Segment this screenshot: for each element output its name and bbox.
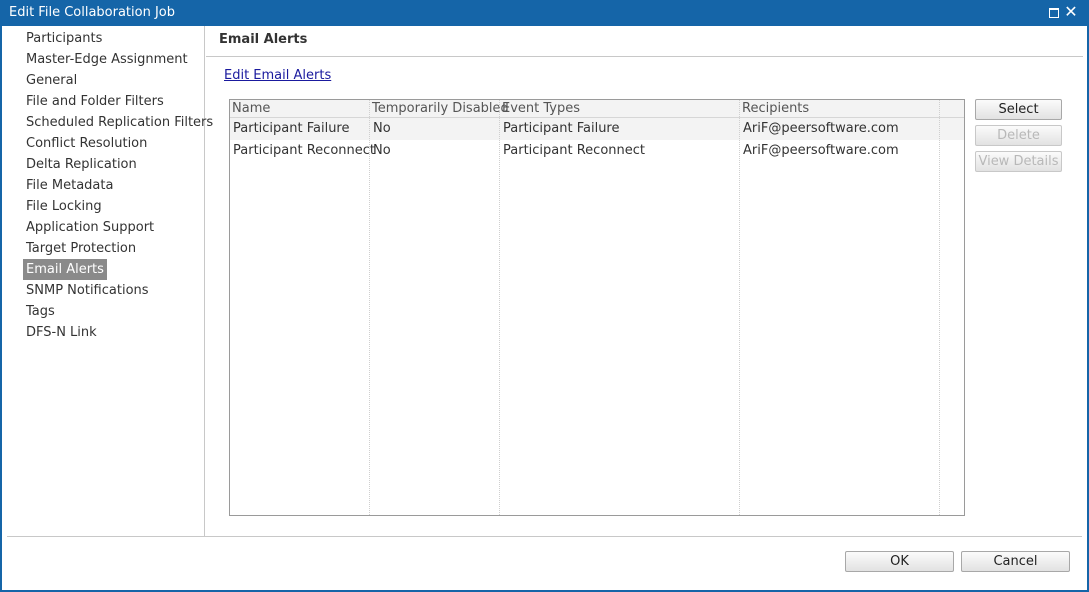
cell-recipients: AriF@peersoftware.com (743, 121, 899, 136)
cell-temporarily-disabled: No (373, 143, 391, 158)
nav-item-dfs-n-link[interactable]: DFS-N Link (23, 322, 100, 343)
table-row[interactable]: Participant Reconnect No Participant Rec… (230, 140, 964, 162)
nav-item-conflict-resolution[interactable]: Conflict Resolution (23, 133, 150, 154)
nav-item-file-and-folder-filters[interactable]: File and Folder Filters (23, 91, 167, 112)
page-title: Email Alerts (219, 32, 308, 47)
column-header-temporarily-disabled[interactable]: Temporarily Disabled (372, 101, 509, 116)
cell-name: Participant Failure (233, 121, 350, 136)
select-button[interactable]: Select (975, 99, 1062, 120)
settings-nav: Participants Master-Edge Assignment Gene… (0, 26, 213, 536)
nav-item-general[interactable]: General (23, 70, 80, 91)
nav-item-file-metadata[interactable]: File Metadata (23, 175, 116, 196)
table-row[interactable]: Participant Failure No Participant Failu… (230, 118, 964, 140)
column-divider (939, 100, 940, 515)
column-header-recipients[interactable]: Recipients (742, 101, 809, 116)
column-header-name[interactable]: Name (232, 101, 270, 116)
delete-button[interactable]: Delete (975, 125, 1062, 146)
nav-item-participants[interactable]: Participants (23, 28, 105, 49)
email-alerts-table: Name Temporarily Disabled Event Types Re… (229, 99, 965, 516)
cell-temporarily-disabled: No (373, 121, 391, 136)
close-icon[interactable]: ✕ (1063, 2, 1079, 22)
title-bar: Edit File Collaboration Job ✕ (0, 0, 1089, 26)
nav-item-email-alerts[interactable]: Email Alerts (23, 259, 107, 280)
nav-item-file-locking[interactable]: File Locking (23, 196, 105, 217)
cell-event-types: Participant Reconnect (503, 143, 645, 158)
nav-item-tags[interactable]: Tags (23, 301, 58, 322)
nav-item-target-protection[interactable]: Target Protection (23, 238, 139, 259)
edit-email-alerts-link[interactable]: Edit Email Alerts (224, 68, 331, 83)
pane-header: Email Alerts (206, 26, 1083, 57)
ok-button[interactable]: OK (845, 551, 954, 572)
nav-item-delta-replication[interactable]: Delta Replication (23, 154, 140, 175)
nav-item-application-support[interactable]: Application Support (23, 217, 157, 238)
nav-item-master-edge-assignment[interactable]: Master-Edge Assignment (23, 49, 191, 70)
nav-item-scheduled-replication-filters[interactable]: Scheduled Replication Filters (23, 112, 216, 133)
nav-item-snmp-notifications[interactable]: SNMP Notifications (23, 280, 152, 301)
window-title: Edit File Collaboration Job (9, 5, 176, 20)
column-divider (499, 100, 500, 515)
footer-divider (7, 536, 1082, 537)
cell-name: Participant Reconnect (233, 143, 375, 158)
cell-recipients: AriF@peersoftware.com (743, 143, 899, 158)
cell-event-types: Participant Failure (503, 121, 620, 136)
column-header-event-types[interactable]: Event Types (502, 101, 580, 116)
column-divider (739, 100, 740, 515)
column-divider (369, 100, 370, 515)
view-details-button[interactable]: View Details (975, 151, 1062, 172)
table-header: Name Temporarily Disabled Event Types Re… (230, 100, 964, 118)
cancel-button[interactable]: Cancel (961, 551, 1070, 572)
maximize-icon[interactable] (1049, 8, 1059, 18)
